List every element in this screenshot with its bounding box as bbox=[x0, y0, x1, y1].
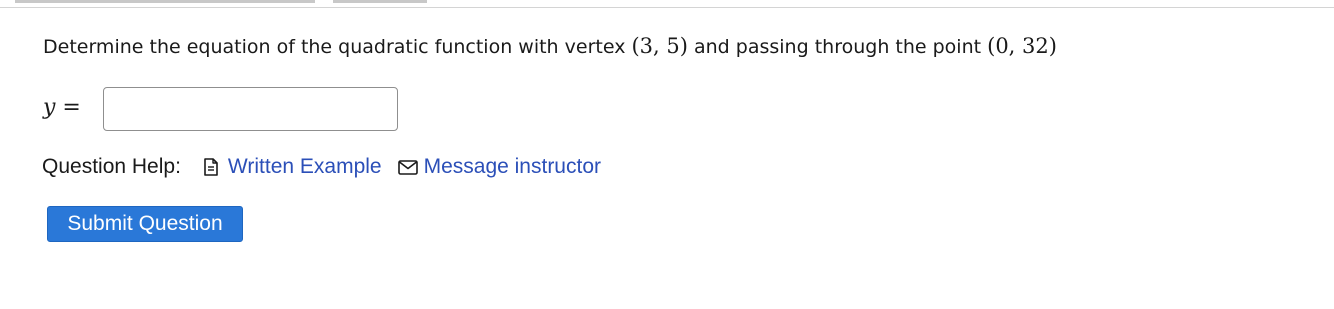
answer-variable: y bbox=[43, 95, 56, 120]
top-tab-indicator-1 bbox=[15, 0, 315, 3]
message-instructor-link[interactable]: Message instructor bbox=[397, 155, 601, 179]
point-math: (0, 32) bbox=[987, 34, 1057, 58]
question-help-label: Question Help: bbox=[42, 155, 181, 178]
question-text: Determine the equation of the quadratic … bbox=[43, 32, 1057, 61]
submit-question-button[interactable]: Submit Question bbox=[47, 206, 243, 242]
document-icon bbox=[201, 157, 221, 177]
message-instructor-label: Message instructor bbox=[423, 155, 601, 178]
top-divider bbox=[0, 7, 1334, 8]
envelope-icon bbox=[397, 157, 418, 177]
answer-input[interactable] bbox=[103, 87, 398, 131]
answer-equals: = bbox=[55, 95, 81, 120]
top-tab-indicator-2 bbox=[333, 0, 427, 3]
vertex-math: (3, 5) bbox=[631, 34, 688, 58]
written-example-link[interactable]: Written Example bbox=[201, 155, 382, 179]
question-text-before: Determine the equation of the quadratic … bbox=[43, 36, 632, 58]
answer-label: y = bbox=[43, 95, 81, 120]
question-help-row: Question Help: Written Example Message i… bbox=[42, 153, 601, 181]
question-text-middle: and passing through the point bbox=[687, 36, 988, 58]
written-example-label: Written Example bbox=[227, 155, 382, 178]
